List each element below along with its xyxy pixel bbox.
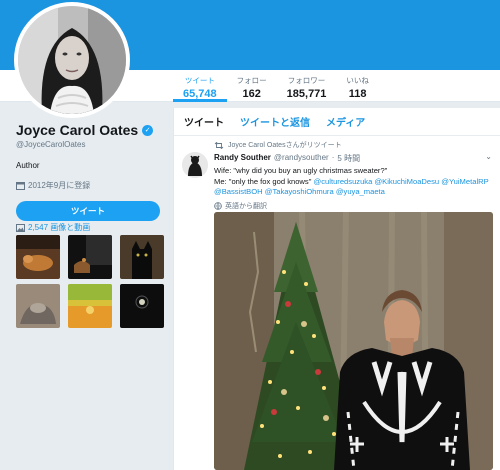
globe-icon [214,201,222,210]
tweet-to-button[interactable]: ツイート [16,201,160,221]
tweet-line-1: Wife: "why did you buy an ugly christmas… [214,166,388,175]
mention-link[interactable]: @BassistBOH [214,187,263,196]
mention-link[interactable]: @YuiMetalRP [441,177,488,186]
mention-link[interactable]: @TakayoshiOhmura [265,187,334,196]
chevron-down-icon[interactable]: ⌄ [485,152,492,161]
tweet-line-3: @BassistBOH @TakayoshiOhmura @yuya_maeta [214,187,496,198]
tweet-line-2-prefix: Me: "only the fox god knows" [214,176,312,186]
stat-value: 65,748 [183,88,217,100]
media-thumbnail[interactable] [16,235,60,279]
profile-joined-text: 2012年9月に登録 [28,181,91,190]
tab-tweets-and-replies[interactable]: ツイートと返信 [240,114,310,129]
stat-label: フォロワー [287,76,326,85]
tab-media[interactable]: メディア [326,114,365,129]
timeline: ツイート ツイートと返信 メディア Joyce Carol Oatesさんがリツ… [173,108,500,470]
tweet[interactable]: Joyce Carol Oatesさんがリツイート ⌄ Randy Southe… [174,136,500,211]
tweet-photo-image [214,212,493,470]
tweet-author-handle[interactable]: @randysouther [274,153,329,164]
mention-link[interactable]: @yuya_maeta [336,187,385,196]
translate-link[interactable]: 英語から翻訳 [214,201,492,211]
stat-followers[interactable]: フォロワー 185,771 [277,72,337,102]
profile-bio: Author [16,161,40,170]
profile-avatar[interactable] [14,2,130,118]
tweet-separator: · [331,153,335,162]
profile-card: Joyce Carol Oates ✓ @JoyceCarolOates Aut… [16,122,166,221]
media-thumbnail[interactable] [68,235,112,279]
profile-joined: 2012年9月に登録 [16,180,166,191]
timeline-tabs: ツイート ツイートと返信 メディア [174,108,500,136]
profile-name-row: Joyce Carol Oates ✓ [16,122,166,138]
calendar-icon [16,182,25,190]
profile-stats: ツイート 65,748 フォロー 162 フォロワー 185,771 いいね 1… [173,72,379,102]
retweet-icon [214,141,224,149]
tweet-header: Randy Souther @randysouther · 5 時間 [214,153,492,164]
tweet-photo[interactable] [214,212,493,470]
profile-handle[interactable]: @JoyceCarolOates [16,140,166,149]
stat-value: 118 [348,88,367,100]
tweet-text: Wife: "why did you buy an ugly christmas… [214,166,496,198]
tweet-author-avatar[interactable] [182,152,208,178]
stat-value: 185,771 [286,88,327,100]
mention-link[interactable]: @culturedsuzuka [314,177,373,186]
media-thumbnail[interactable] [68,284,112,328]
avatar-photo [18,6,126,114]
stat-tweets[interactable]: ツイート 65,748 [173,72,227,102]
stat-likes[interactable]: いいね 118 [336,72,379,102]
tweet-author-avatar-image [182,152,208,178]
tweet-author-name[interactable]: Randy Souther [214,153,271,164]
media-thumbnail[interactable] [16,284,60,328]
media-link[interactable]: 2,547 画像と動画 [16,222,90,233]
tweet-timestamp[interactable]: 5 時間 [337,153,360,164]
stat-label: フォロー [236,76,267,85]
media-thumbnail[interactable] [120,284,164,328]
profile-name[interactable]: Joyce Carol Oates [16,122,138,138]
media-link-text: 2,547 画像と動画 [28,223,91,232]
stat-label: ツイート [184,76,215,85]
verified-badge-icon: ✓ [142,124,154,136]
media-thumbnail[interactable] [120,235,164,279]
retweet-context: Joyce Carol Oatesさんがリツイート [214,140,492,150]
media-grid [16,235,164,328]
retweet-note[interactable]: Joyce Carol Oatesさんがリツイート [228,140,342,150]
image-icon [16,223,25,232]
stat-label: いいね [346,76,369,85]
tweet-line-2: Me: "only the fox god knows" @culturedsu… [214,177,496,188]
stat-following[interactable]: フォロー 162 [227,72,277,102]
tab-tweets[interactable]: ツイート [184,114,224,129]
translate-text: 英語から翻訳 [225,202,267,210]
stat-value: 162 [242,88,261,100]
mention-link[interactable]: @KikuchiMoaDesu [374,177,439,186]
